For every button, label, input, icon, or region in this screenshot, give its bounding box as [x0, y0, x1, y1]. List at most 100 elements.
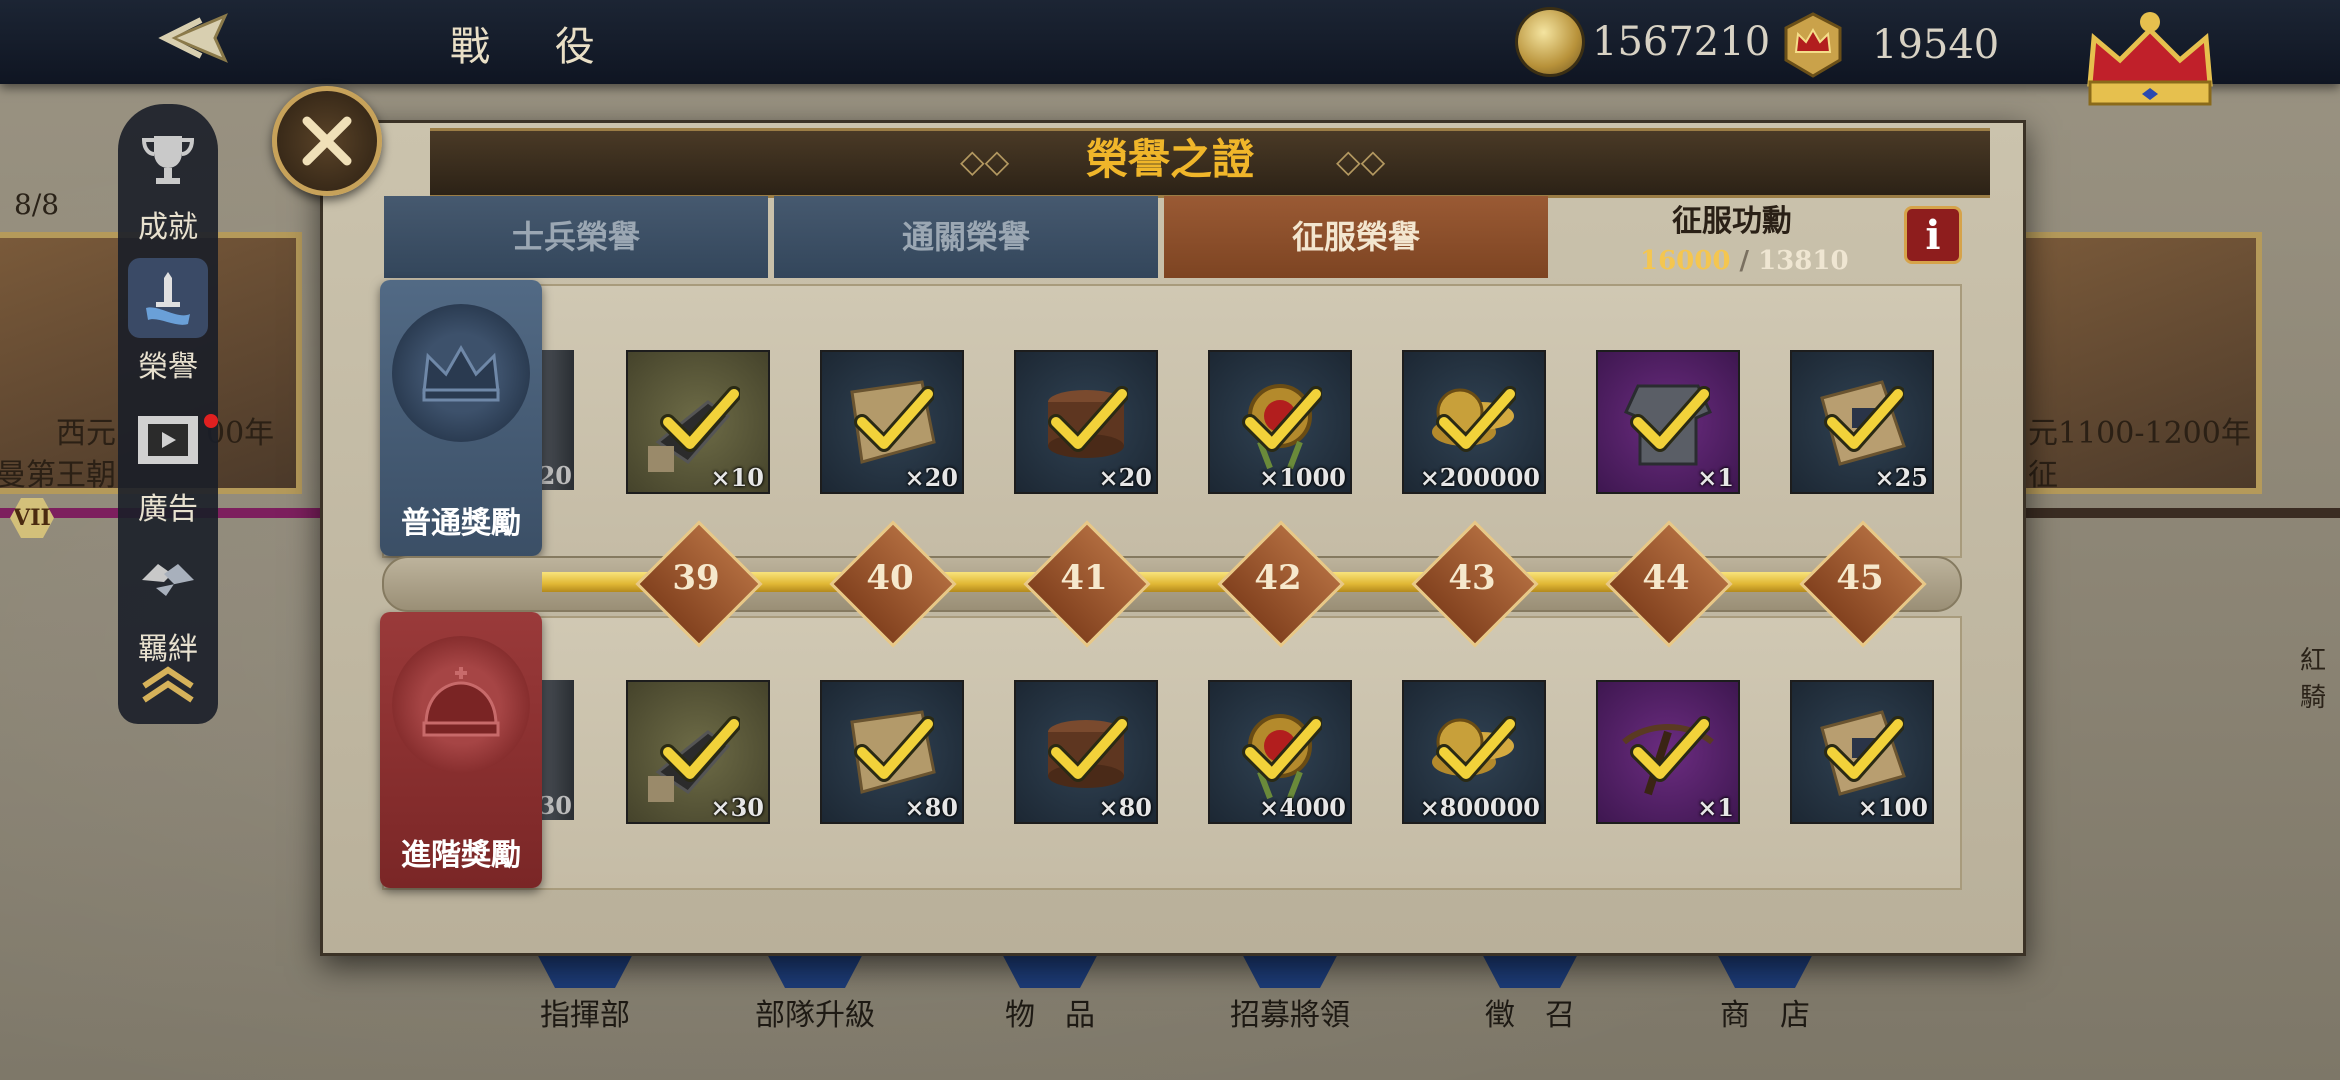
reward-quantity: ×100: [1857, 793, 1928, 822]
gold-coin-icon: [1518, 10, 1582, 74]
advanced-reward-item[interactable]: ×4000: [1208, 680, 1352, 824]
level-number: 40: [866, 558, 914, 598]
check-icon: [1048, 716, 1128, 782]
advanced-reward-label: 進階獎勵: [401, 838, 521, 873]
far-right-label: 紅騎: [2300, 646, 2327, 713]
side-item-ads[interactable]: 廣告: [118, 400, 218, 528]
reward-quantity: ×25: [1874, 463, 1928, 492]
handshake-icon: [128, 540, 208, 620]
advanced-reward-item[interactable]: ×30: [626, 680, 770, 824]
normal-reward-item[interactable]: ×1: [1596, 350, 1740, 494]
partial-qty: 20: [538, 461, 572, 490]
partial-qty: 30: [538, 791, 572, 820]
level-number: 43: [1448, 558, 1496, 598]
blue-crown-seal-icon: [392, 304, 530, 442]
check-icon: [854, 716, 934, 782]
gold-counter: 1567210: [1518, 10, 1770, 74]
advanced-reward-item[interactable]: ×80: [1014, 680, 1158, 824]
check-icon: [1630, 386, 1710, 452]
side-item-ads-label: 廣告: [138, 492, 198, 527]
check-icon: [1436, 386, 1516, 452]
tab-conquest-honor[interactable]: 征服榮譽: [1164, 196, 1548, 278]
normal-reward-item[interactable]: ×20: [820, 350, 964, 494]
advanced-reward-item[interactable]: ×80: [820, 680, 964, 824]
side-item-achievements-label: 成就: [138, 210, 198, 245]
advanced-reward-item[interactable]: ×100: [1790, 680, 1934, 824]
back-button[interactable]: [100, 0, 290, 76]
advanced-reward-item[interactable]: ×800000: [1402, 680, 1546, 824]
bottom-menu-troop-upgrade[interactable]: 部隊升級: [735, 990, 895, 1034]
advanced-reward-item[interactable]: ×1: [1596, 680, 1740, 824]
tab-clear-honor[interactable]: 通關榮譽: [774, 196, 1158, 278]
film-icon: [128, 400, 208, 480]
side-item-achievements[interactable]: 成就: [118, 118, 218, 246]
close-button[interactable]: [272, 86, 382, 196]
reward-quantity: ×1000: [1259, 463, 1346, 492]
level-number: 39: [672, 558, 720, 598]
check-icon: [1048, 386, 1128, 452]
level-number: 41: [1060, 558, 1108, 598]
normal-reward-item[interactable]: ×1000: [1208, 350, 1352, 494]
reward-quantity: ×20: [1098, 463, 1152, 492]
info-button[interactable]: i: [1904, 206, 1962, 264]
level-number: 44: [1642, 558, 1690, 598]
check-icon: [1824, 386, 1904, 452]
title-ornament-left: ◇◇: [960, 142, 1010, 180]
reward-quantity: ×200000: [1419, 463, 1540, 492]
era-card-right-sub: 征: [2028, 458, 2058, 493]
side-item-honor[interactable]: 榮譽: [118, 258, 218, 386]
bottom-menu-command[interactable]: 指揮部: [505, 990, 665, 1034]
modal-title: 榮譽之證: [1085, 135, 1254, 184]
reward-quantity: ×800000: [1419, 793, 1540, 822]
era-progress-line-right: [2020, 508, 2340, 518]
merit-progress: 16000 / 13810: [1640, 246, 1849, 276]
page-title: 戰 役: [450, 24, 621, 70]
bottom-menu-shop[interactable]: 商 店: [1685, 990, 1845, 1034]
normal-reward-item[interactable]: ×10: [626, 350, 770, 494]
notification-dot: [204, 414, 218, 428]
side-item-bonds[interactable]: 羈絆: [118, 540, 218, 668]
stage-count: 8/8: [14, 188, 60, 221]
check-icon: [1436, 716, 1516, 782]
normal-reward-label: 普通獎勵: [401, 506, 521, 541]
check-icon: [1242, 386, 1322, 452]
era-card-left-dynasty: 曼第王朝: [0, 458, 116, 493]
reward-quantity: ×80: [904, 793, 958, 822]
merit-separator: /: [1739, 246, 1750, 276]
top-bar: 戰 役 1567210 19540: [0, 0, 2340, 84]
normal-reward-item[interactable]: ×25: [1790, 350, 1934, 494]
reward-item-partial[interactable]: 20: [538, 350, 574, 490]
bottom-menu-recruit-generals[interactable]: 招募將領: [1210, 990, 1370, 1034]
reward-quantity: ×4000: [1259, 793, 1346, 822]
era-card-right[interactable]: 元1100-1200年 征: [2010, 232, 2262, 494]
bottom-menu-conscript[interactable]: 徵 召: [1450, 990, 1610, 1034]
era-card-left-text: 西元: [56, 416, 116, 451]
check-icon: [660, 386, 740, 452]
gold-value: 1567210: [1592, 19, 1771, 65]
trophy-icon: [128, 118, 208, 198]
crown-badge-icon: [1784, 12, 1842, 78]
merit-current: 16000: [1640, 246, 1731, 276]
side-item-bonds-label: 羈絆: [138, 632, 198, 667]
honor-counter: 19540: [1778, 10, 1999, 80]
merit-label: 征服功勳: [1672, 204, 1792, 239]
sword-scroll-icon: [128, 258, 208, 338]
tab-soldier-honor[interactable]: 士兵榮譽: [384, 196, 768, 278]
normal-reward-item[interactable]: ×20: [1014, 350, 1158, 494]
normal-reward-seal: 普通獎勵: [380, 280, 542, 556]
red-crown-seal-icon: [392, 636, 530, 774]
collapse-chevron-icon[interactable]: [138, 664, 198, 704]
check-icon: [854, 386, 934, 452]
bottom-menu-items[interactable]: 物 品: [970, 990, 1130, 1034]
advanced-reward-seal: 進階獎勵: [380, 612, 542, 888]
side-item-honor-label: 榮譽: [138, 350, 198, 385]
check-icon: [1630, 716, 1710, 782]
check-icon: [660, 716, 740, 782]
reward-item-partial[interactable]: 30: [538, 680, 574, 820]
normal-reward-item[interactable]: ×200000: [1402, 350, 1546, 494]
close-icon: [302, 116, 352, 166]
royal-crown-icon[interactable]: [2080, 4, 2220, 112]
reward-quantity: ×1: [1697, 793, 1734, 822]
reward-quantity: ×30: [710, 793, 764, 822]
reward-quantity: ×80: [1098, 793, 1152, 822]
